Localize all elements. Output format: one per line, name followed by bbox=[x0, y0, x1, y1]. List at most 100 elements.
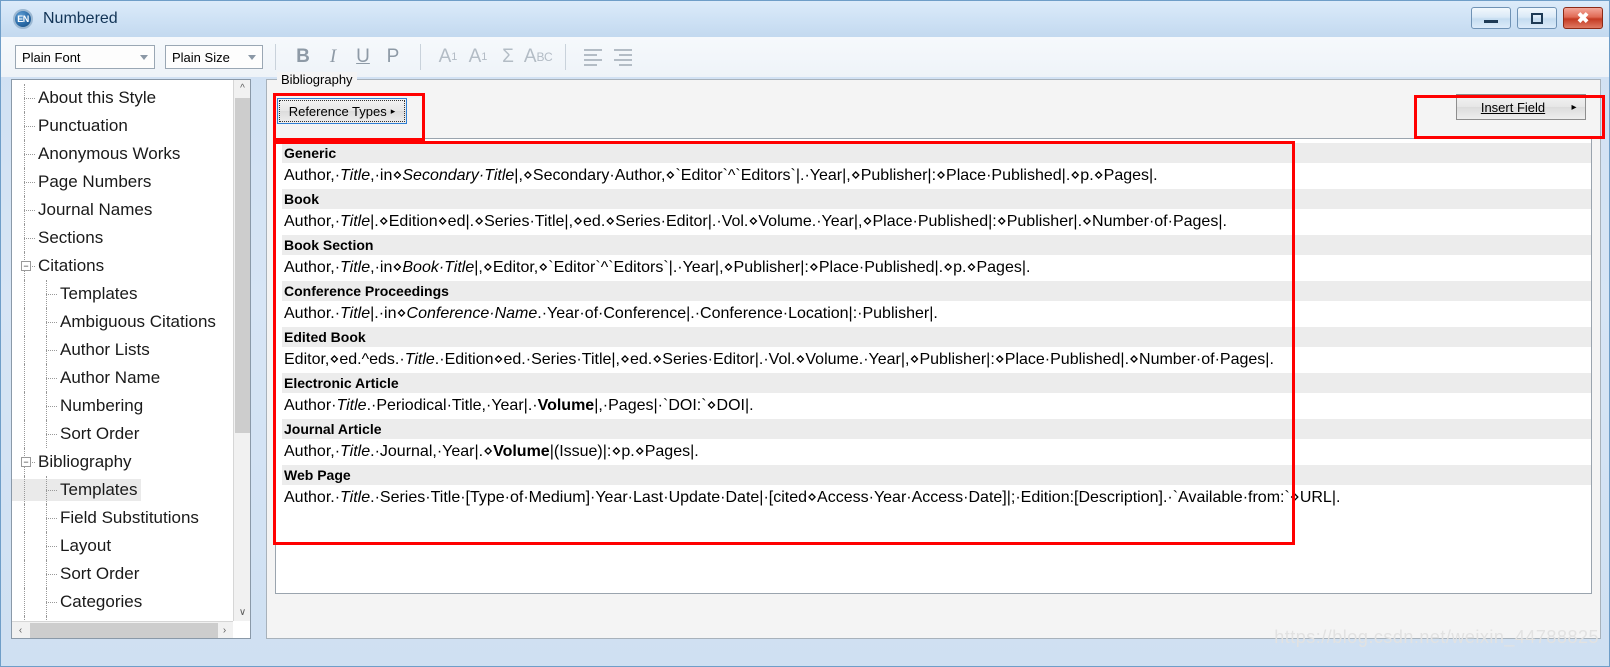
italic-button[interactable]: I bbox=[318, 43, 348, 71]
plain-button[interactable]: P bbox=[378, 43, 408, 71]
tree-vertical-scrollbar[interactable]: ^ ∨ bbox=[233, 80, 250, 621]
template-definition-line[interactable]: Editor,⋄ed.^eds.·Title.·Edition⋄ed.·Seri… bbox=[282, 347, 1591, 373]
template-token: Volume bbox=[493, 443, 550, 460]
template-token: Title bbox=[340, 213, 371, 230]
tree-guide-dash bbox=[46, 294, 57, 295]
template-token: |(Issue)|:⋄p.⋄Pages|. bbox=[549, 443, 699, 460]
sidebar-item-field-substitutions[interactable]: Field Substitutions bbox=[12, 504, 232, 532]
insert-field-button[interactable]: Insert Field ▸ bbox=[1456, 94, 1586, 120]
template-token: Title bbox=[336, 397, 367, 414]
sidebar-item-label: Ambiguous Citations bbox=[60, 312, 216, 331]
sidebar-item-citations[interactable]: − Citations bbox=[12, 252, 232, 280]
sidebar-item-anonymous-works[interactable]: Anonymous Works bbox=[12, 140, 232, 168]
spellcheck-button[interactable]: A BC bbox=[523, 43, 553, 71]
editor-bottom-strip bbox=[275, 600, 1592, 630]
template-token: Author,· bbox=[284, 213, 341, 230]
minimize-button[interactable] bbox=[1471, 7, 1511, 29]
sidebar-item-templates[interactable]: Templates bbox=[12, 280, 232, 308]
sidebar-item-label: Sort Order bbox=[60, 564, 140, 583]
scroll-left-icon[interactable]: ‹ bbox=[12, 622, 29, 639]
sidebar-item-sections[interactable]: Sections bbox=[12, 224, 232, 252]
subscript-button[interactable]: A1 bbox=[463, 43, 493, 71]
sidebar-item-numbering[interactable]: Numbering bbox=[12, 392, 232, 420]
tree-guide-line bbox=[24, 336, 25, 364]
template-token: Author· bbox=[284, 397, 337, 414]
scroll-right-icon[interactable]: › bbox=[216, 622, 233, 639]
tree-guide-line bbox=[24, 420, 25, 448]
template-definition-line[interactable]: Author,·Title,·in⋄Book·Title|,⋄Editor,⋄`… bbox=[282, 255, 1591, 281]
underline-button[interactable]: U bbox=[348, 43, 378, 71]
tree-guide-dash bbox=[24, 182, 35, 183]
template-definition-line[interactable]: Author,·Title.·Journal,·Year|.⋄Volume|(I… bbox=[282, 439, 1591, 465]
template-token: Title bbox=[340, 305, 371, 322]
template-type-heading: Electronic Article bbox=[282, 373, 1591, 393]
template-token: |,⋄Editor,⋄`Editor`^`Editors`|.·Year|,⋄P… bbox=[474, 259, 1031, 276]
endnote-en-icon: EN bbox=[13, 9, 33, 29]
template-token: .·Periodical·Title,·Year|.· bbox=[366, 397, 538, 414]
size-select[interactable]: Plain Size bbox=[165, 45, 263, 69]
tree-guide-dash bbox=[24, 98, 35, 99]
tree-horizontal-scrollbar[interactable]: ‹ › bbox=[12, 621, 233, 638]
sidebar-item-layout[interactable]: Layout bbox=[12, 532, 232, 560]
sidebar-item-author-lists[interactable]: Author Lists bbox=[12, 616, 232, 620]
template-token: Volume bbox=[537, 397, 595, 414]
template-definition-line[interactable]: Author,·Title|.⋄Edition⋄ed|.⋄Series·Titl… bbox=[282, 209, 1591, 235]
tree-guide-line bbox=[24, 616, 25, 620]
sidebar-item-label: Sort Order bbox=[60, 424, 140, 443]
sidebar-item-author-lists[interactable]: Author Lists bbox=[12, 336, 232, 364]
template-token: Conference·Name bbox=[406, 305, 538, 322]
sidebar-item-bibliography[interactable]: − Bibliography bbox=[12, 448, 232, 476]
sidebar-item-page-numbers[interactable]: Page Numbers bbox=[12, 168, 232, 196]
template-token: |,·Pages|·`DOI:`⋄DOI|. bbox=[594, 397, 754, 414]
sidebar-item-author-name[interactable]: Author Name bbox=[12, 364, 232, 392]
reference-types-button[interactable]: Reference Types ▸ bbox=[277, 98, 407, 124]
tree-hscroll-thumb[interactable] bbox=[30, 623, 218, 638]
sidebar-item-categories[interactable]: Categories bbox=[12, 588, 232, 616]
chevron-down-icon bbox=[140, 55, 148, 60]
sidebar-item-label: Templates bbox=[12, 479, 142, 501]
collapse-icon[interactable]: − bbox=[21, 457, 31, 467]
sidebar-item-sort-order[interactable]: Sort Order bbox=[12, 420, 232, 448]
scroll-down-icon[interactable]: ∨ bbox=[234, 604, 251, 621]
sidebar-item-label: Categories bbox=[60, 592, 143, 611]
template-type-heading: Web Page bbox=[282, 465, 1591, 485]
sidebar-item-ambiguous-citations[interactable]: Ambiguous Citations bbox=[12, 308, 232, 336]
insert-symbol-button[interactable]: Σ bbox=[493, 43, 523, 71]
maximize-icon bbox=[1531, 12, 1543, 24]
template-definition-line[interactable]: Author,·Title,·in⋄Secondary·Title|,⋄Seco… bbox=[282, 163, 1591, 189]
sidebar-item-sort-order[interactable]: Sort Order bbox=[12, 560, 232, 588]
sidebar-item-label: Templates bbox=[60, 284, 138, 303]
template-token: Title bbox=[340, 167, 371, 184]
bibliography-templates-editor[interactable]: Generic Author,·Title,·in⋄Secondary·Title… bbox=[275, 138, 1592, 594]
tree-guide-dash bbox=[46, 490, 57, 491]
minimize-icon bbox=[1484, 20, 1498, 23]
align-right-button[interactable] bbox=[608, 43, 638, 71]
template-definition-line[interactable]: Author.·Title|.·in⋄Conference·Name.·Year… bbox=[282, 301, 1591, 327]
collapse-icon[interactable]: − bbox=[21, 261, 31, 271]
template-type-heading: Edited Book bbox=[282, 327, 1591, 347]
font-select[interactable]: Plain Font bbox=[15, 45, 155, 69]
style-sections-tree[interactable]: About this Style Punctuation Anonymous Wor… bbox=[12, 80, 232, 620]
tree-guide-line bbox=[46, 616, 47, 620]
template-token: Author,· bbox=[284, 167, 341, 184]
template-definition-line[interactable]: Author·Title.·Periodical·Title,·Year|.·V… bbox=[282, 393, 1591, 419]
template-token: Title bbox=[340, 443, 371, 460]
align-left-button[interactable] bbox=[578, 43, 608, 71]
tree-vscroll-thumb[interactable] bbox=[235, 98, 250, 433]
sidebar-item-label: Anonymous Works bbox=[38, 144, 181, 163]
watermark: https://blog.csdn.net/weixin_44788825 bbox=[1274, 627, 1599, 647]
sidebar-item-journal-names[interactable]: Journal Names bbox=[12, 196, 232, 224]
superscript-button[interactable]: A1 bbox=[433, 43, 463, 71]
sidebar-item-punctuation[interactable]: Punctuation bbox=[12, 112, 232, 140]
sidebar-item-about-this-style[interactable]: About this Style bbox=[12, 84, 232, 112]
sidebar-item-templates[interactable]: Templates bbox=[12, 476, 232, 504]
bold-button[interactable]: B bbox=[288, 43, 318, 71]
scroll-up-icon[interactable]: ^ bbox=[234, 80, 251, 97]
template-token: |.·in⋄ bbox=[370, 305, 407, 322]
template-token: Editor,⋄ed.^eds.· bbox=[284, 351, 405, 368]
template-definition-line[interactable]: Author.·Title.·Series·Title·[Type·of·Med… bbox=[282, 485, 1591, 511]
tree-guide-dash bbox=[24, 126, 35, 127]
close-button[interactable]: ✖ bbox=[1563, 7, 1603, 29]
maximize-button[interactable] bbox=[1517, 7, 1557, 29]
align-right-icon bbox=[614, 48, 632, 66]
